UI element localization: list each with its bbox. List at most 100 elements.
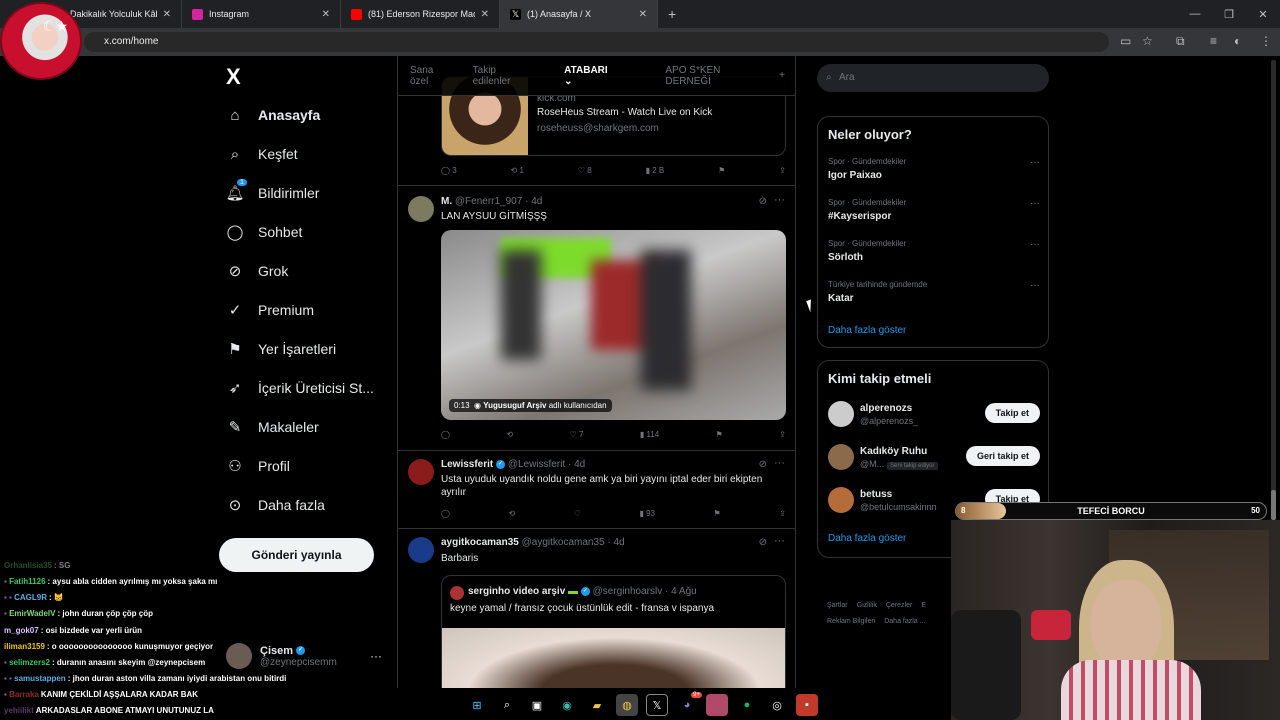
- follow-suggestion[interactable]: Kadıköy Ruhu @M... Seni takip ediyor Geri…: [828, 444, 1040, 474]
- share-button[interactable]: ⇪: [779, 166, 786, 175]
- suggestion-name[interactable]: betuss: [860, 489, 892, 500]
- close-tab-icon[interactable]: ✕: [481, 9, 489, 20]
- new-tab-button[interactable]: +: [668, 6, 676, 22]
- app-icon[interactable]: [706, 694, 728, 716]
- author-name[interactable]: M.: [441, 196, 452, 207]
- more-dots-icon[interactable]: ···: [774, 194, 785, 206]
- like-button[interactable]: ♡ 7: [570, 430, 584, 439]
- account-switcher[interactable]: Çisem ✓ @zeynepcisemm ···: [226, 643, 382, 669]
- nav-grok[interactable]: ⊘ Grok: [226, 262, 289, 280]
- footer-link[interactable]: Daha fazla ...: [884, 618, 925, 625]
- trend-item[interactable]: Spor · Gündemdekiler Igor Paixao ···: [828, 157, 1040, 181]
- views-button[interactable]: ▮ 2 B: [646, 166, 665, 175]
- author-handle[interactable]: @Lewissferit: [508, 459, 565, 470]
- author-name[interactable]: aygitkocaman35: [441, 537, 519, 548]
- edge-icon[interactable]: ◉: [556, 694, 578, 716]
- nav-chat[interactable]: ◯ Sohbet: [226, 223, 303, 241]
- footer-link[interactable]: E: [921, 602, 926, 609]
- more-dots-icon[interactable]: ···: [774, 535, 785, 547]
- tweet-time[interactable]: · 4d: [568, 459, 585, 470]
- address-bar[interactable]: x.com/home: [84, 32, 1109, 52]
- bookmark-button[interactable]: ⚑: [718, 166, 725, 175]
- close-window-icon[interactable]: ✕: [1246, 8, 1280, 21]
- author-handle[interactable]: @Fenerr1_907: [455, 196, 522, 207]
- tweet-time[interactable]: · 4d: [525, 196, 542, 207]
- taskview-icon[interactable]: ▣: [526, 694, 548, 716]
- x-logo[interactable]: X: [226, 64, 241, 90]
- avatar[interactable]: [828, 487, 854, 513]
- author-handle[interactable]: @aygitkocaman35: [522, 537, 605, 548]
- bookmark-button[interactable]: ⚑: [716, 430, 723, 439]
- reply-button[interactable]: ◯: [441, 509, 450, 518]
- follow-back-button[interactable]: Geri takip et: [965, 446, 1040, 466]
- nav-home[interactable]: ⌂ Anasayfa: [226, 106, 320, 124]
- tweet[interactable]: M. @Fenerr1_907 · 4d ⊘ ··· LAN AYSUU GİT…: [398, 186, 795, 451]
- follow-button[interactable]: Takip et: [984, 403, 1040, 423]
- grok-icon[interactable]: ⊘: [759, 196, 767, 207]
- repost-button[interactable]: ⟲ 1: [511, 166, 524, 175]
- minimize-icon[interactable]: —: [1178, 8, 1212, 20]
- nav-articles[interactable]: ✎ Makaleler: [226, 418, 319, 436]
- share-button[interactable]: ⇪: [779, 509, 786, 518]
- chrome-icon[interactable]: ◍: [616, 694, 638, 716]
- discord-icon[interactable]: ◕ 9+: [676, 692, 702, 716]
- quoted-tweet[interactable]: serginho video arşiv ▬ ✓ @serginhoarslv …: [441, 575, 786, 688]
- bookmark-button[interactable]: ⚑: [714, 509, 721, 518]
- trend-item[interactable]: Türkiye tarihinde gündemde Katar ···: [828, 280, 1040, 304]
- trend-item[interactable]: Spor · Gündemdekiler #Kayserispor ···: [828, 198, 1040, 222]
- share-button[interactable]: ⇪: [779, 430, 786, 439]
- close-tab-icon[interactable]: ✕: [163, 9, 171, 20]
- repost-button[interactable]: ⟲: [506, 430, 513, 439]
- more-dots-icon[interactable]: ···: [1030, 280, 1040, 291]
- close-tab-icon[interactable]: ✕: [639, 9, 647, 20]
- nav-creator-studio[interactable]: ➶ İçerik Üreticisi St...: [226, 379, 374, 397]
- footer-link[interactable]: Gizlilik: [857, 602, 877, 609]
- avatar[interactable]: [828, 444, 854, 470]
- scrollbar-thumb[interactable]: [1271, 490, 1276, 520]
- obs-icon[interactable]: ◎: [766, 694, 788, 716]
- extensions-icon[interactable]: ⧉: [1176, 34, 1185, 49]
- follow-suggestion[interactable]: alperenozs @alperenozs_ Takip et: [828, 401, 1040, 431]
- menu-icon[interactable]: ⋮: [1260, 34, 1272, 48]
- trend-item[interactable]: Spor · Gündemdekiler Sörloth ···: [828, 239, 1040, 263]
- profile-avatar-icon[interactable]: ◐: [1234, 34, 1241, 48]
- grok-icon[interactable]: ⊘: [759, 537, 767, 548]
- tweet-time[interactable]: · 4d: [607, 537, 624, 548]
- record-icon[interactable]: ▪: [796, 694, 818, 716]
- bookmark-star-icon[interactable]: ☆: [1142, 34, 1153, 48]
- tweet[interactable]: Lewissferit ✓ @Lewissferit · 4d ⊘ ··· Us…: [398, 451, 795, 529]
- author-name[interactable]: Lewissferit: [441, 459, 493, 470]
- cast-icon[interactable]: ▭: [1120, 34, 1131, 48]
- footer-link[interactable]: Çerezler: [886, 602, 912, 609]
- nav-explore[interactable]: ⌕ Keşfet: [226, 145, 298, 163]
- show-more-link[interactable]: Daha fazla göster: [828, 325, 906, 336]
- suggestion-name[interactable]: Kadıköy Ruhu: [860, 446, 927, 457]
- post-button[interactable]: Gönderi yayınla: [219, 538, 374, 572]
- suggestion-name[interactable]: alperenozs: [860, 403, 912, 414]
- reading-list-icon[interactable]: ≡: [1210, 34, 1217, 48]
- browser-tab-4[interactable]: 𝕏 (1) Anasayfa / X ✕: [500, 0, 658, 28]
- page-scrollbar[interactable]: [1271, 60, 1276, 520]
- spotify-icon[interactable]: ●: [736, 694, 758, 716]
- avatar[interactable]: [408, 537, 434, 563]
- views-button[interactable]: ▮ 114: [640, 430, 659, 439]
- like-button[interactable]: ♡ 8: [578, 166, 592, 175]
- tab-atabari[interactable]: ATABARI ⌄: [552, 65, 641, 87]
- search-input[interactable]: ⌕ Ara: [817, 64, 1049, 92]
- nav-bookmarks[interactable]: ⚑ Yer İşaretleri: [226, 340, 336, 358]
- add-list-icon[interactable]: +: [779, 70, 785, 81]
- search-icon[interactable]: ⌕: [496, 694, 518, 716]
- folder-icon[interactable]: ▰: [586, 694, 608, 716]
- more-dots-icon[interactable]: ···: [370, 649, 382, 663]
- close-tab-icon[interactable]: ✕: [322, 9, 330, 20]
- more-dots-icon[interactable]: ···: [1030, 157, 1040, 168]
- tab-apo-dernegi[interactable]: APO S*KEN DERNEĞİ: [665, 65, 755, 87]
- show-more-link[interactable]: Daha fazla göster: [828, 533, 906, 544]
- nav-profile[interactable]: ⚇ Profil: [226, 457, 290, 475]
- more-dots-icon[interactable]: ···: [1030, 198, 1040, 209]
- footer-link[interactable]: Şartlar: [827, 602, 848, 609]
- browser-tab-3[interactable]: (81) Ederson Rizespor Maçında ✕: [341, 0, 500, 28]
- grok-icon[interactable]: ⊘: [759, 459, 767, 470]
- avatar[interactable]: [408, 459, 434, 485]
- tweet[interactable]: aygitkocaman35 @aygitkocaman35 · 4d ⊘ ··…: [398, 529, 795, 688]
